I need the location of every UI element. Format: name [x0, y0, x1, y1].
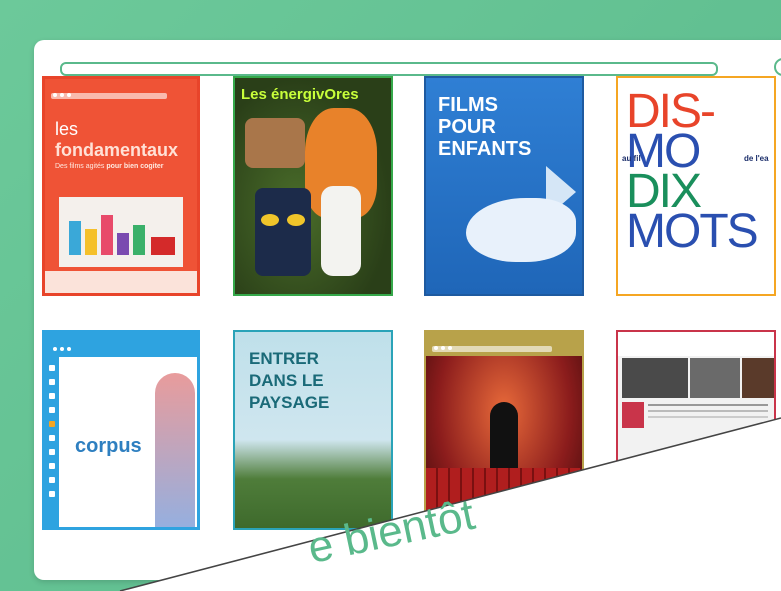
news-text-lines [648, 404, 768, 406]
tile-title: DIS- MO DIX MOTS [626, 85, 759, 258]
date-badge [622, 402, 644, 428]
tile-films-pour-enfants[interactable]: FILMS POUR ENFANTS [424, 76, 584, 296]
news-image [622, 358, 688, 398]
phone-character [255, 188, 311, 276]
tile-subtitle: Des films agités pour bien cogiter [55, 163, 164, 170]
tile-title: corpus [75, 435, 142, 457]
search-icon[interactable] [774, 58, 781, 76]
fish-illustration [466, 198, 576, 262]
decorative-strip [45, 271, 197, 293]
tile-news[interactable] [616, 330, 776, 470]
tile-les-energivores[interactable]: Les énergivOres [233, 76, 393, 296]
tile-title: les fondamentaux [55, 119, 179, 160]
browser-chrome [45, 79, 197, 103]
tile-small-text: de l'ea [744, 154, 769, 163]
tile-corpus[interactable]: corpus [42, 330, 200, 530]
anatomy-illustration [155, 373, 195, 527]
tile-entrer-dans-le-paysage[interactable]: ENTRER DANS LE PAYSAGE [233, 330, 393, 530]
tile-les-fondamentaux[interactable]: les fondamentaux Des films agités pour b… [42, 76, 200, 296]
browser-chrome [618, 332, 774, 356]
tile-dis-moi-dix-mots[interactable]: DIS- MO DIX MOTS au fil de l'ea [616, 76, 776, 296]
bulb-character [321, 186, 361, 276]
news-image [690, 358, 740, 398]
tile-small-text: au fil [622, 154, 641, 163]
browser-chrome [426, 332, 582, 356]
sidebar [45, 357, 59, 527]
tile-title: ENTRER DANS LE PAYSAGE [249, 349, 330, 412]
tile-title: FILMS POUR ENFANTS [438, 94, 532, 160]
news-image [742, 358, 774, 398]
search-input[interactable] [60, 62, 718, 76]
basket-illustration [245, 118, 305, 168]
tile-title: Les énergivOres [241, 86, 359, 103]
illustration [59, 197, 183, 267]
browser-chrome [45, 333, 197, 357]
